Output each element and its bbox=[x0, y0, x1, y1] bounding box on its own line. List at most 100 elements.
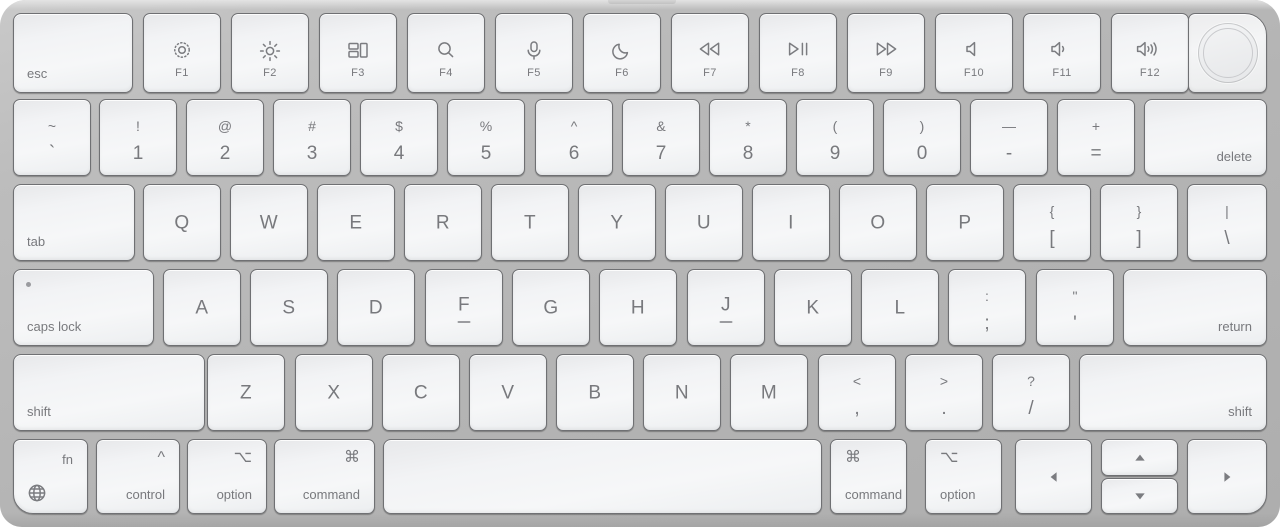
key-f12[interactable]: F12 bbox=[1111, 13, 1189, 93]
key-backtick[interactable]: ~ ` bbox=[13, 99, 91, 176]
key-t-label: T bbox=[523, 212, 537, 233]
key-a[interactable]: A bbox=[163, 269, 241, 346]
key-x-label: X bbox=[327, 382, 341, 403]
key-delete[interactable]: delete bbox=[1144, 99, 1267, 176]
key-shift-left[interactable]: shift bbox=[13, 354, 205, 431]
key-bracket-right[interactable]: } ] bbox=[1100, 184, 1178, 261]
key-tab[interactable]: tab bbox=[13, 184, 135, 261]
touch-id-ring bbox=[1202, 28, 1253, 78]
key-minus[interactable]: — - bbox=[970, 99, 1048, 176]
key-t[interactable]: T bbox=[491, 184, 569, 261]
key-q[interactable]: Q bbox=[143, 184, 221, 261]
key-c[interactable]: C bbox=[382, 354, 460, 431]
key-equal[interactable]: + = bbox=[1057, 99, 1135, 176]
key-p-label: P bbox=[958, 212, 972, 233]
key-return[interactable]: return bbox=[1123, 269, 1267, 346]
key-g[interactable]: G bbox=[512, 269, 590, 346]
key-control[interactable]: ^ control bbox=[96, 439, 180, 514]
key-shift-right[interactable]: shift bbox=[1079, 354, 1267, 431]
key-1[interactable]: ! 1 bbox=[99, 99, 177, 176]
key-semicolon[interactable]: : ; bbox=[948, 269, 1026, 346]
key-option-left[interactable]: ⌥ option bbox=[187, 439, 267, 514]
key-arrow-up[interactable] bbox=[1101, 439, 1178, 476]
key-command-right[interactable]: ⌘ command bbox=[830, 439, 907, 514]
key-z[interactable]: Z bbox=[207, 354, 285, 431]
key-f3[interactable]: F3 bbox=[319, 13, 397, 93]
key-k[interactable]: K bbox=[774, 269, 852, 346]
key-7[interactable]: & 7 bbox=[622, 99, 700, 176]
key-r-label: R bbox=[435, 212, 451, 233]
key-b[interactable]: B bbox=[556, 354, 634, 431]
key-bracket-right-upper: } bbox=[1136, 203, 1142, 219]
key-quote[interactable]: " ' bbox=[1036, 269, 1114, 346]
key-f9[interactable]: F9 bbox=[847, 13, 925, 93]
key-5[interactable]: % 5 bbox=[447, 99, 525, 176]
key-fn[interactable]: fn bbox=[13, 439, 88, 514]
key-i[interactable]: I bbox=[752, 184, 830, 261]
key-v[interactable]: V bbox=[469, 354, 547, 431]
key-h[interactable]: H bbox=[599, 269, 677, 346]
key-f10[interactable]: F10 bbox=[935, 13, 1013, 93]
key-semicolon-upper: : bbox=[985, 288, 989, 304]
key-o[interactable]: O bbox=[839, 184, 917, 261]
key-s[interactable]: S bbox=[250, 269, 328, 346]
key-f8-label: F8 bbox=[791, 67, 805, 79]
key-y[interactable]: Y bbox=[578, 184, 656, 261]
key-command-left[interactable]: ⌘ command bbox=[274, 439, 375, 514]
key-9[interactable]: ( 9 bbox=[796, 99, 874, 176]
key-8[interactable]: * 8 bbox=[709, 99, 787, 176]
key-4[interactable]: $ 4 bbox=[360, 99, 438, 176]
key-quote-upper: " bbox=[1072, 288, 1078, 304]
key-6[interactable]: ^ 6 bbox=[535, 99, 613, 176]
key-e-label: E bbox=[349, 212, 363, 233]
key-3[interactable]: # 3 bbox=[273, 99, 351, 176]
key-m[interactable]: M bbox=[730, 354, 808, 431]
key-arrow-right[interactable] bbox=[1187, 439, 1267, 514]
microphone-icon bbox=[496, 40, 572, 60]
key-n[interactable]: N bbox=[643, 354, 721, 431]
key-p[interactable]: P bbox=[926, 184, 1004, 261]
key-backslash-upper: | bbox=[1225, 203, 1229, 219]
key-a-label: A bbox=[195, 297, 209, 318]
mute-icon bbox=[936, 40, 1012, 60]
key-f11[interactable]: F11 bbox=[1023, 13, 1101, 93]
key-j[interactable]: J bbox=[687, 269, 765, 346]
key-slash[interactable]: ? / bbox=[992, 354, 1070, 431]
key-e[interactable]: E bbox=[317, 184, 395, 261]
key-f9-label: F9 bbox=[879, 67, 893, 79]
key-touch-id[interactable] bbox=[1188, 13, 1267, 93]
key-bracket-left[interactable]: { [ bbox=[1013, 184, 1091, 261]
key-l[interactable]: L bbox=[861, 269, 939, 346]
key-f4[interactable]: F4 bbox=[407, 13, 485, 93]
key-4-lower: 4 bbox=[393, 143, 405, 164]
key-0[interactable]: ) 0 bbox=[883, 99, 961, 176]
key-option-right[interactable]: ⌥ option bbox=[925, 439, 1002, 514]
key-caps-lock[interactable]: caps lock bbox=[13, 269, 154, 346]
arrow-left-icon bbox=[1016, 470, 1091, 484]
key-2[interactable]: @ 2 bbox=[186, 99, 264, 176]
key-arrow-down[interactable] bbox=[1101, 478, 1178, 514]
key-esc[interactable]: esc bbox=[13, 13, 133, 93]
key-r[interactable]: R bbox=[404, 184, 482, 261]
key-w[interactable]: W bbox=[230, 184, 308, 261]
key-slash-lower: / bbox=[1028, 398, 1034, 419]
key-f8[interactable]: F8 bbox=[759, 13, 837, 93]
key-space[interactable] bbox=[383, 439, 822, 514]
key-5-upper: % bbox=[479, 118, 493, 134]
key-j-label: J bbox=[721, 294, 731, 315]
key-x[interactable]: X bbox=[295, 354, 373, 431]
key-d[interactable]: D bbox=[337, 269, 415, 346]
key-f5[interactable]: F5 bbox=[495, 13, 573, 93]
command-icon: ⌘ bbox=[344, 449, 360, 466]
key-comma[interactable]: < , bbox=[818, 354, 896, 431]
key-f[interactable]: F bbox=[425, 269, 503, 346]
key-u[interactable]: U bbox=[665, 184, 743, 261]
key-f6[interactable]: F6 bbox=[583, 13, 661, 93]
key-period[interactable]: > . bbox=[905, 354, 983, 431]
key-arrow-left[interactable] bbox=[1015, 439, 1092, 514]
key-tab-label: tab bbox=[27, 234, 46, 249]
key-backslash[interactable]: | \ bbox=[1187, 184, 1267, 261]
key-f2[interactable]: F2 bbox=[231, 13, 309, 93]
key-f7[interactable]: F7 bbox=[671, 13, 749, 93]
key-f1[interactable]: F1 bbox=[143, 13, 221, 93]
